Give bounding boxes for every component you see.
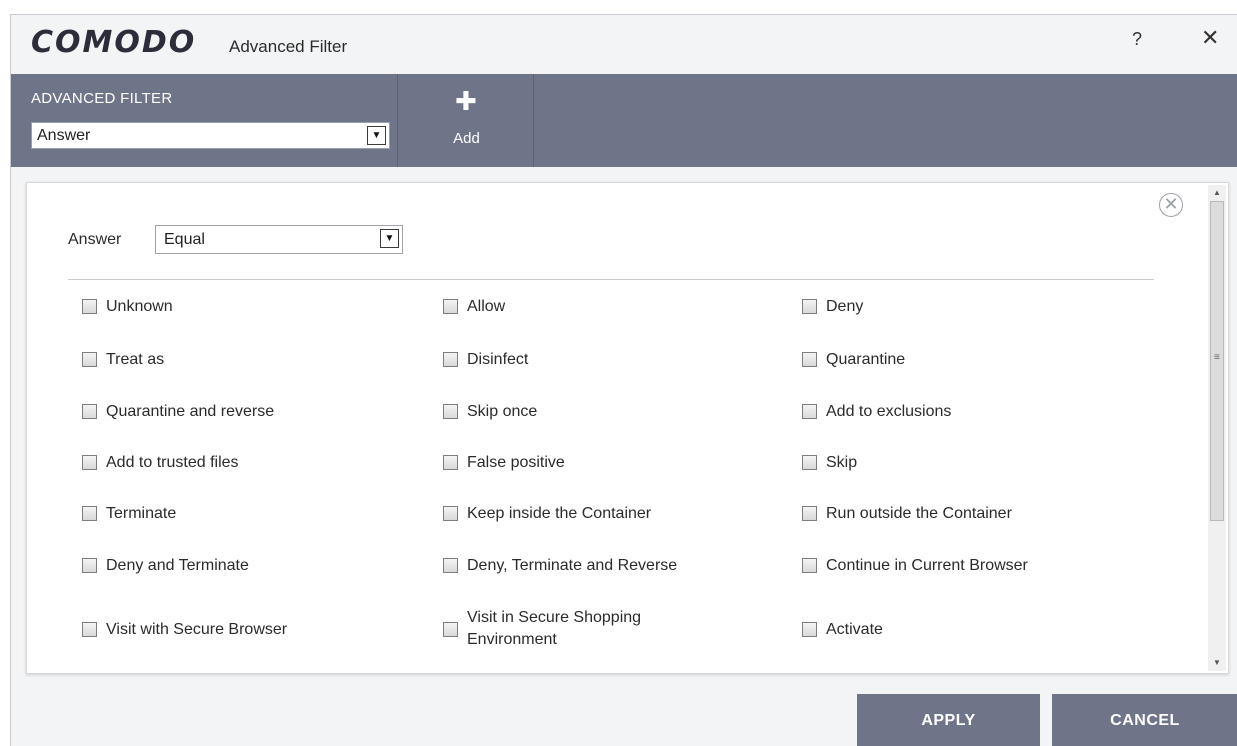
option-label: Treat as xyxy=(106,351,165,368)
scroll-down-arrow-icon[interactable]: ▼ xyxy=(1208,655,1226,671)
checkbox[interactable] xyxy=(82,299,97,314)
vertical-scrollbar[interactable]: ▲ ≡ ▼ xyxy=(1208,185,1226,671)
option-label: Deny xyxy=(826,298,864,315)
option-label: Quarantine and reverse xyxy=(106,403,275,420)
cancel-button[interactable]: CANCEL xyxy=(1052,694,1237,746)
toolbar: ADVANCED FILTER Answer ▼ ✚ Add xyxy=(11,74,1237,167)
checkbox[interactable] xyxy=(802,299,817,314)
option-label: Add to exclusions xyxy=(826,403,952,420)
checkbox[interactable] xyxy=(802,404,817,419)
option-label: Activate xyxy=(826,621,883,638)
option-label: Deny and Terminate xyxy=(106,557,249,574)
filter-type-group: ADVANCED FILTER Answer ▼ xyxy=(11,74,398,167)
scroll-up-arrow-icon[interactable]: ▲ xyxy=(1208,185,1226,201)
option-label: Unknown xyxy=(106,298,173,315)
checkbox[interactable] xyxy=(802,455,817,470)
checkbox[interactable] xyxy=(443,299,458,314)
dropdown-arrow-icon[interactable]: ▼ xyxy=(367,126,386,145)
filter-type-dropdown[interactable]: Answer ▼ xyxy=(31,122,390,149)
divider xyxy=(68,279,1154,280)
option-label: False positive xyxy=(467,454,565,471)
checkbox[interactable] xyxy=(82,558,97,573)
option-label: Deny, Terminate and Reverse xyxy=(467,557,678,574)
option-label: Continue in Current Browser xyxy=(826,557,1028,574)
option-label: Skip once xyxy=(467,403,538,420)
checkbox[interactable] xyxy=(802,506,817,521)
option-label: Run outside the Container xyxy=(826,505,1012,522)
condition-label: Answer xyxy=(68,231,122,248)
option-label: Keep inside the Container xyxy=(467,505,652,522)
condition-operator-value: Equal xyxy=(164,231,205,248)
title-bar: COMODO Advanced Filter ? ✕ xyxy=(11,15,1237,75)
checkbox[interactable] xyxy=(82,455,97,470)
filter-type-label: ADVANCED FILTER xyxy=(31,90,173,107)
add-button-label: Add xyxy=(453,130,480,147)
option-label: Visit with Secure Browser xyxy=(106,621,288,638)
checkbox[interactable] xyxy=(802,558,817,573)
checkbox[interactable] xyxy=(443,506,458,521)
window-title: Advanced Filter xyxy=(229,37,348,56)
checkbox[interactable] xyxy=(802,352,817,367)
comodo-logo: COMODO xyxy=(31,25,197,60)
filter-condition-panel: ✕ Answer Equal ▼ Unknown Allow Deny Trea… xyxy=(26,182,1229,674)
condition-operator-dropdown[interactable]: Equal ▼ xyxy=(155,225,403,254)
option-label: Allow xyxy=(467,298,506,315)
scrollbar-thumb[interactable]: ≡ xyxy=(1210,201,1224,521)
option-label-line2: Environment xyxy=(467,631,557,648)
option-label: Terminate xyxy=(106,505,177,522)
apply-button[interactable]: APPLY xyxy=(857,694,1040,746)
checkbox[interactable] xyxy=(82,622,97,637)
checkbox[interactable] xyxy=(443,352,458,367)
remove-condition-icon[interactable]: ✕ xyxy=(1159,193,1183,217)
option-label: Disinfect xyxy=(467,351,529,368)
filter-type-value: Answer xyxy=(37,127,91,144)
checkbox[interactable] xyxy=(802,622,817,637)
option-label: Skip xyxy=(826,454,858,471)
checkbox[interactable] xyxy=(82,404,97,419)
dropdown-arrow-icon[interactable]: ▼ xyxy=(380,229,399,248)
checkbox[interactable] xyxy=(82,352,97,367)
help-button[interactable]: ? xyxy=(1132,29,1142,50)
plus-icon: ✚ xyxy=(455,86,477,116)
checkbox[interactable] xyxy=(443,455,458,470)
add-button[interactable]: ✚ Add xyxy=(399,74,534,167)
checkbox[interactable] xyxy=(82,506,97,521)
checkbox[interactable] xyxy=(443,558,458,573)
checkbox[interactable] xyxy=(443,404,458,419)
checkbox[interactable] xyxy=(443,622,458,637)
option-label: Quarantine xyxy=(826,351,906,368)
grip-icon: ≡ xyxy=(1214,352,1220,363)
option-label: Visit in Secure Shopping xyxy=(467,609,642,626)
advanced-filter-window: COMODO Advanced Filter ? ✕ ADVANCED FILT… xyxy=(10,14,1237,746)
close-icon[interactable]: ✕ xyxy=(1201,25,1219,51)
option-label: Add to trusted files xyxy=(106,454,239,471)
